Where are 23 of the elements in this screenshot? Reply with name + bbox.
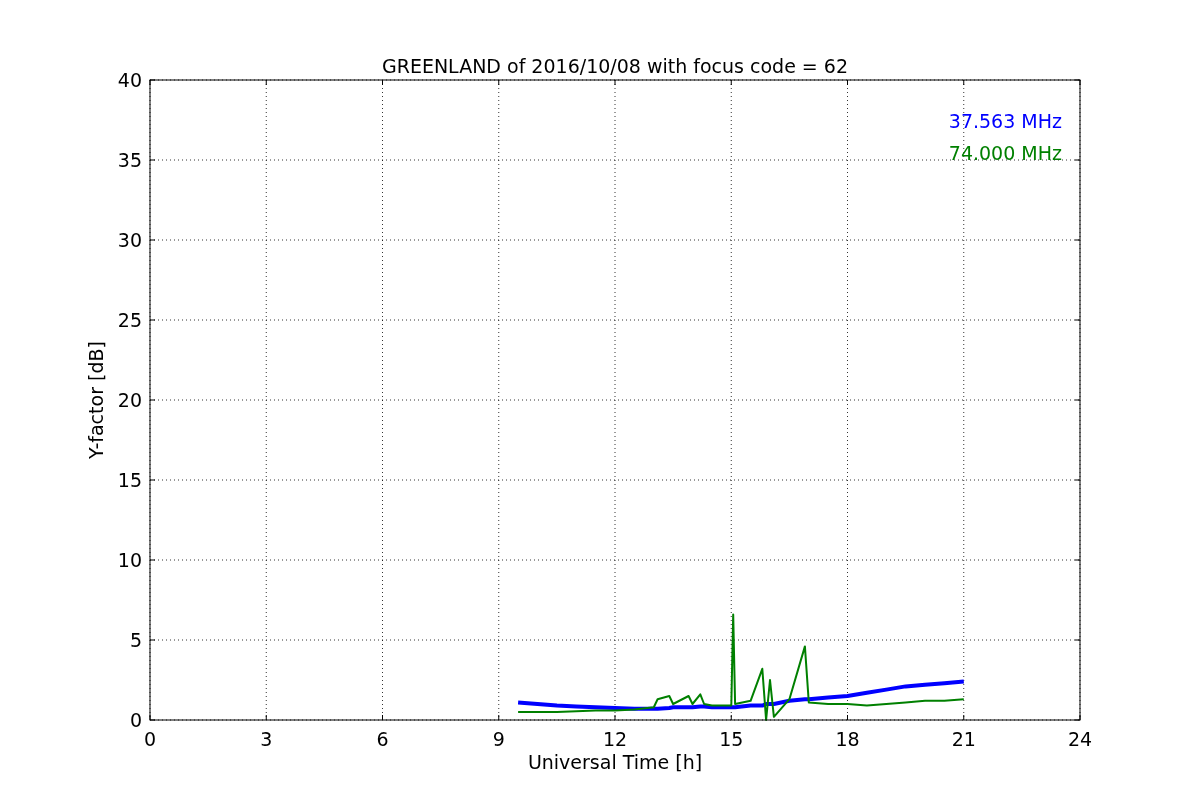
chart-title: GREENLAND of 2016/10/08 with focus code = 62 (382, 55, 848, 77)
y-tick-label: 25 (117, 309, 142, 331)
x-tick-label: 24 (1067, 728, 1093, 750)
y-tick-label: 20 (117, 389, 142, 411)
y-axis-label: Y-factor [dB] (85, 341, 107, 459)
x-tick-label: 0 (143, 728, 157, 750)
x-tick-label: 18 (835, 728, 860, 750)
x-tick-label: 3 (260, 728, 273, 750)
y-tick-label: 10 (117, 549, 142, 571)
x-tick-label: 15 (719, 728, 744, 750)
x-tick-label: 6 (376, 728, 389, 750)
y-tick-label: 40 (117, 69, 142, 91)
y-tick-label: 35 (117, 149, 142, 171)
y-tick-label: 5 (129, 629, 142, 651)
legend-label: 37.563 MHz (948, 110, 1062, 132)
x-tick-label: 21 (951, 728, 976, 750)
legend-label: 74.000 MHz (948, 142, 1062, 164)
y-tick-label: 30 (117, 229, 142, 251)
y-tick-label: 15 (117, 469, 142, 491)
x-axis-label: Universal Time [h] (527, 751, 703, 773)
x-tick-label: 9 (492, 728, 505, 750)
x-tick-label: 12 (602, 728, 628, 750)
y-tick-label: 0 (129, 709, 142, 731)
